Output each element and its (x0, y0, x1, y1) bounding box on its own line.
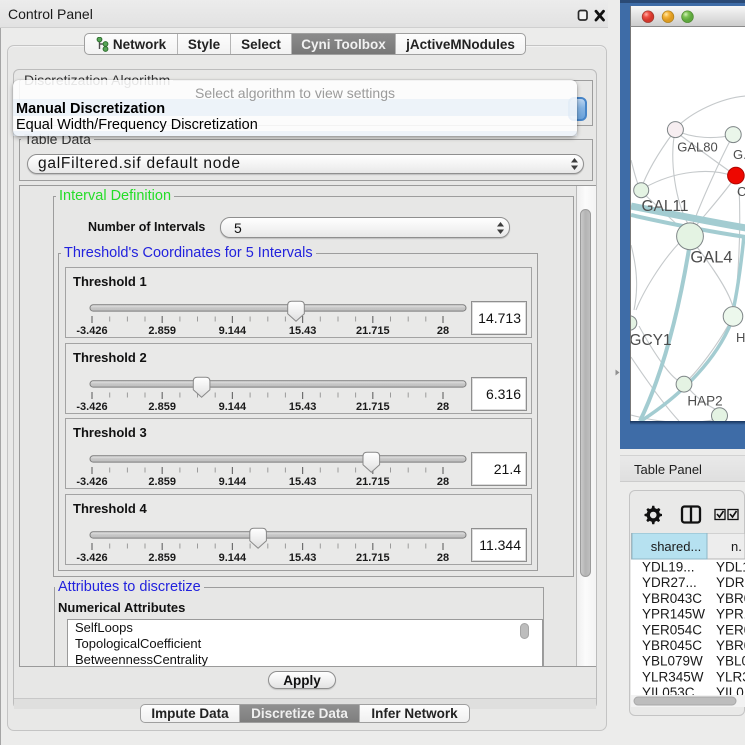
svg-text:28: 28 (437, 552, 449, 564)
svg-text:YBR0: YBR0 (716, 591, 745, 606)
svg-text:9.144: 9.144 (219, 552, 247, 564)
svg-text:YLR3: YLR3 (716, 669, 745, 684)
svg-text:YDR27...: YDR27... (642, 575, 697, 590)
svg-text:YBR0: YBR0 (716, 638, 745, 653)
svg-text:YPR1: YPR1 (716, 607, 745, 622)
svg-text:15.43: 15.43 (289, 476, 317, 488)
svg-text:15.43: 15.43 (289, 325, 317, 337)
svg-text:21.715: 21.715 (356, 476, 390, 488)
svg-text:G.: G. (733, 147, 745, 162)
svg-text:n.: n. (731, 539, 742, 554)
svg-text:28: 28 (437, 401, 449, 413)
svg-text:YLR345W: YLR345W (642, 669, 704, 684)
svg-text:shared...: shared... (651, 539, 702, 554)
svg-text:21.715: 21.715 (356, 325, 390, 337)
svg-text:YBR045C: YBR045C (642, 638, 702, 653)
svg-text:-3.426: -3.426 (76, 325, 107, 337)
svg-text:21.715: 21.715 (356, 401, 390, 413)
svg-text:2.859: 2.859 (148, 401, 176, 413)
svg-text:GAL80: GAL80 (677, 140, 717, 155)
svg-text:21.715: 21.715 (356, 552, 390, 564)
svg-text:GCY1: GCY1 (631, 332, 672, 349)
svg-text:2.859: 2.859 (148, 552, 176, 564)
svg-text:2.859: 2.859 (148, 325, 176, 337)
svg-text:YBL0: YBL0 (716, 654, 745, 669)
svg-text:-3.426: -3.426 (76, 401, 107, 413)
svg-text:HAP2: HAP2 (687, 394, 722, 409)
svg-text:YBR043C: YBR043C (642, 591, 702, 606)
svg-text:9.144: 9.144 (219, 476, 247, 488)
svg-text:15.43: 15.43 (289, 401, 317, 413)
svg-text:28: 28 (437, 476, 449, 488)
svg-text:YBL079W: YBL079W (642, 654, 703, 669)
svg-text:YER054C: YER054C (642, 622, 702, 637)
svg-text:YPR145W: YPR145W (642, 607, 705, 622)
svg-text:2.859: 2.859 (148, 476, 176, 488)
svg-text:-3.426: -3.426 (76, 552, 107, 564)
svg-text:28: 28 (437, 325, 449, 337)
svg-text:H: H (736, 330, 745, 345)
svg-text:C: C (737, 184, 745, 199)
svg-text:15.43: 15.43 (289, 552, 317, 564)
svg-text:YDL19...: YDL19... (642, 560, 695, 575)
svg-text:-3.426: -3.426 (76, 476, 107, 488)
svg-text:YER0: YER0 (716, 622, 745, 637)
svg-text:9.144: 9.144 (219, 325, 247, 337)
svg-text:GAL11: GAL11 (641, 198, 688, 215)
svg-text:GAL4: GAL4 (690, 249, 732, 267)
svg-text:9.144: 9.144 (219, 401, 247, 413)
svg-text:YDR2: YDR2 (716, 575, 745, 590)
svg-text:YDL1: YDL1 (716, 560, 745, 575)
